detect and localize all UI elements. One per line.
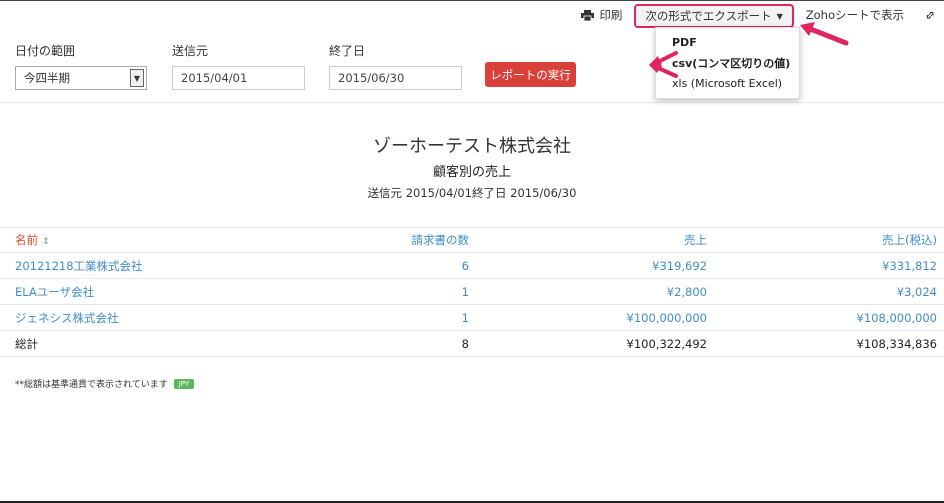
export-csv[interactable]: csv(コンマ区切りの値) — [656, 52, 799, 74]
customer-name[interactable]: ジェネシス株式会社 — [0, 310, 306, 326]
printer-icon — [581, 9, 595, 21]
total-sales-tax: ¥108,334,836 — [856, 336, 937, 351]
sales-amount[interactable]: ¥100,000,000 — [469, 311, 707, 325]
sales-amount[interactable]: ¥2,800 — [469, 285, 707, 299]
arrow-export — [805, 25, 849, 46]
from-filter: 送信元 2015/04/01 — [172, 42, 305, 90]
header-invoice-count[interactable]: 請求書の数 — [306, 232, 470, 248]
to-filter: 終了日 2015/06/30 — [329, 42, 462, 90]
export-button[interactable]: 次の形式でエクスポート ▼ — [634, 4, 794, 28]
invoice-count[interactable]: 6 — [306, 259, 469, 273]
export-pdf[interactable]: PDF — [656, 33, 799, 52]
table-row: 20121218工業株式会社 6 ¥319,692 ¥331,812 — [0, 253, 944, 279]
dropdown-arrow-icon[interactable]: ▼ — [130, 69, 144, 87]
print-button[interactable]: 印刷 — [569, 2, 634, 28]
run-report-button[interactable]: レポートの実行 — [485, 62, 576, 87]
date-range-label: 日付の範囲 — [15, 44, 76, 58]
caret-down-icon: ▼ — [776, 11, 783, 21]
total-sales: ¥100,322,492 — [626, 336, 707, 351]
report-title: 顧客別の売上 — [432, 165, 511, 180]
invoice-count[interactable]: 1 — [306, 311, 469, 325]
footnote-text: **総額は基準通貨で表示されています — [15, 380, 168, 390]
sales-table: 名前 ⇕ 請求書の数 売上 売上(税込) 20121218工業株式会社 6 ¥31… — [0, 227, 944, 357]
table-header: 名前 ⇕ 請求書の数 売上 売上(税込) — [0, 227, 944, 253]
print-label: 印刷 — [599, 8, 623, 22]
from-date-input[interactable]: 2015/04/01 — [172, 66, 305, 90]
sales-amount[interactable]: ¥319,692 — [469, 259, 707, 273]
customer-name[interactable]: ELAユーザ会社 — [0, 284, 306, 300]
export-menu: PDF csv(コンマ区切りの値) xls (Microsoft Excel) — [655, 27, 800, 99]
sales-tax-amount[interactable]: ¥331,812 — [707, 259, 937, 273]
header-name-label: 名前 — [15, 233, 38, 247]
to-date-input[interactable]: 2015/06/30 — [329, 66, 462, 90]
table-row: ELAユーザ会社 1 ¥2,800 ¥3,024 — [0, 279, 944, 305]
sort-icon[interactable]: ⇕ — [42, 237, 50, 247]
toolbar: 印刷 次の形式でエクスポート ▼ Zohoシートで表示 ⇔ — [569, 1, 944, 29]
company-name: ゾーホーテスト株式会社 — [373, 136, 571, 157]
sales-tax-amount[interactable]: ¥3,024 — [707, 285, 937, 299]
report-frame: 印刷 次の形式でエクスポート ▼ Zohoシートで表示 ⇔ PDF csv(コン… — [0, 0, 944, 503]
zoho-sheet-button[interactable]: Zohoシートで表示 — [794, 2, 916, 28]
from-label: 送信元 — [172, 44, 209, 58]
date-range-value: 今四半期 — [24, 71, 70, 85]
footnote: **総額は基準通貨で表示されています JPY — [15, 377, 195, 390]
date-range-filter: 日付の範囲 今四半期 ▼ — [15, 42, 147, 90]
export-label: 次の形式でエクスポート — [645, 9, 772, 23]
invoice-count[interactable]: 1 — [306, 285, 469, 299]
sales-tax-amount[interactable]: ¥108,000,000 — [707, 311, 937, 325]
currency-badge: JPY — [173, 378, 195, 389]
filter-divider — [0, 102, 944, 103]
report-period: 送信元 2015/04/01終了日 2015/06/30 — [367, 186, 577, 200]
export-xls[interactable]: xls (Microsoft Excel) — [656, 74, 799, 93]
header-sales-tax[interactable]: 売上(税込) — [707, 232, 937, 248]
table-row: ジェネシス株式会社 1 ¥100,000,000 ¥108,000,000 — [0, 305, 944, 331]
total-count: 8 — [461, 336, 469, 351]
header-name[interactable]: 名前 ⇕ — [0, 232, 306, 248]
customer-name[interactable]: 20121218工業株式会社 — [0, 258, 306, 274]
total-label: 総計 — [15, 336, 38, 351]
date-range-select[interactable]: 今四半期 ▼ — [15, 66, 147, 90]
zoho-sheet-label: Zohoシートで表示 — [805, 8, 904, 22]
to-label: 終了日 — [329, 44, 366, 58]
header-sales[interactable]: 売上 — [469, 232, 707, 248]
total-row: 総計 8 ¥100,322,492 ¥108,334,836 — [0, 331, 944, 357]
